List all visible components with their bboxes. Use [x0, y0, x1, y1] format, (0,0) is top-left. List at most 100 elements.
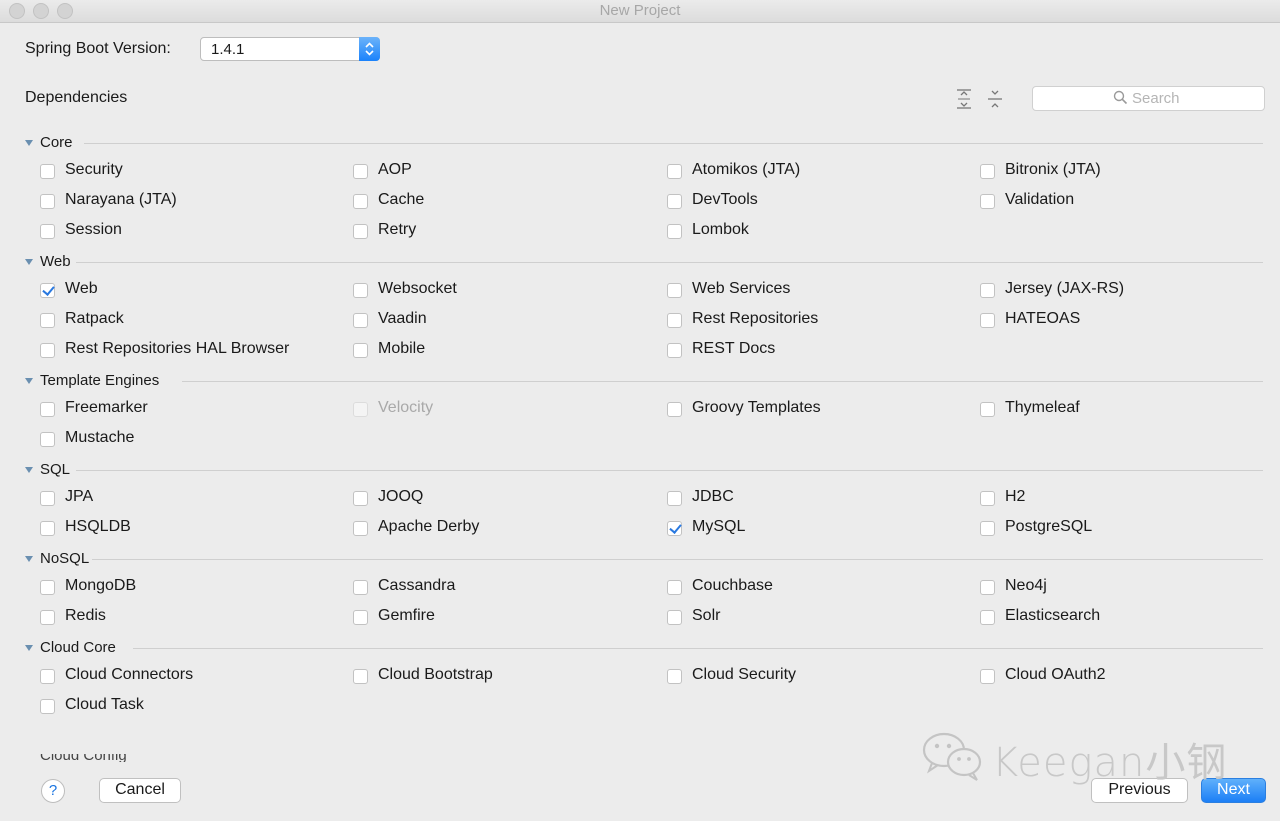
checkbox-unchecked-icon[interactable]: [980, 194, 995, 209]
checkbox-unchecked-icon[interactable]: [667, 313, 682, 328]
checkbox-unchecked-icon[interactable]: [40, 521, 55, 536]
checkbox-unchecked-icon[interactable]: [980, 521, 995, 536]
section-divider: [75, 470, 1263, 471]
dependency-label: Redis: [65, 607, 106, 624]
chevron-updown-icon[interactable]: [359, 37, 380, 61]
collapse-all-icon[interactable]: [985, 88, 1005, 110]
dependency-label: Velocity: [378, 399, 434, 416]
checkbox-unchecked-icon[interactable]: [980, 283, 995, 298]
version-select[interactable]: 1.4.1: [200, 37, 380, 61]
section-header-template-engines[interactable]: Template Engines: [25, 372, 1263, 392]
checkbox-unchecked-icon[interactable]: [40, 164, 55, 179]
checkbox-unchecked-icon[interactable]: [40, 580, 55, 595]
section-divider: [83, 143, 1263, 144]
checkbox-unchecked-icon[interactable]: [667, 224, 682, 239]
disclosure-triangle-icon[interactable]: [25, 140, 33, 146]
wechat-logo-icon: [922, 732, 982, 781]
dependency-label: Apache Derby: [378, 518, 480, 535]
checkbox-unchecked-icon[interactable]: [980, 164, 995, 179]
checkbox-checked-icon[interactable]: [667, 521, 682, 536]
checkbox-unchecked-icon[interactable]: [353, 491, 368, 506]
dependency-label: HATEOAS: [1005, 310, 1081, 327]
checkbox-unchecked-icon[interactable]: [667, 402, 682, 417]
section-header-sql[interactable]: SQL: [25, 461, 1263, 481]
dependency-label: H2: [1005, 488, 1026, 505]
checkbox-unchecked-icon[interactable]: [980, 313, 995, 328]
help-button[interactable]: ?: [41, 779, 65, 803]
checkbox-unchecked-icon[interactable]: [353, 610, 368, 625]
checkbox-unchecked-icon[interactable]: [667, 610, 682, 625]
checkbox-unchecked-icon[interactable]: [667, 491, 682, 506]
dependency-label: Groovy Templates: [692, 399, 821, 416]
dependency-label: Cloud Connectors: [65, 666, 194, 683]
checkbox-unchecked-icon[interactable]: [40, 224, 55, 239]
checkbox-unchecked-icon[interactable]: [667, 343, 682, 358]
section-header-nosql[interactable]: NoSQL: [25, 550, 1263, 570]
checkbox-unchecked-icon: [353, 402, 368, 417]
dependency-label: Cloud Security: [692, 666, 797, 683]
version-value: 1.4.1: [211, 41, 245, 58]
search-icon: [1113, 90, 1128, 105]
checkbox-unchecked-icon[interactable]: [353, 224, 368, 239]
checkbox-unchecked-icon[interactable]: [667, 194, 682, 209]
disclosure-triangle-icon[interactable]: [25, 645, 33, 651]
dependency-label: DevTools: [692, 191, 758, 208]
cancel-button[interactable]: Cancel: [99, 778, 181, 803]
disclosure-triangle-icon[interactable]: [25, 378, 33, 384]
checkbox-unchecked-icon[interactable]: [980, 580, 995, 595]
checkbox-unchecked-icon[interactable]: [667, 580, 682, 595]
section-divider: [133, 648, 1263, 649]
partial-section-label: Cloud Config: [40, 754, 127, 762]
checkbox-unchecked-icon[interactable]: [40, 343, 55, 358]
checkbox-checked-icon[interactable]: [40, 283, 55, 298]
checkbox-unchecked-icon[interactable]: [40, 699, 55, 714]
section-header-cloud-core[interactable]: Cloud Core: [25, 639, 1263, 659]
checkbox-unchecked-icon[interactable]: [353, 283, 368, 298]
dependencies-label: Dependencies: [25, 89, 128, 106]
dependency-label: Cloud Task: [65, 696, 144, 713]
expand-all-icon[interactable]: [954, 88, 974, 110]
dependency-label: Thymeleaf: [1005, 399, 1080, 416]
dependency-label: Atomikos (JTA): [692, 161, 801, 178]
checkbox-unchecked-icon[interactable]: [40, 669, 55, 684]
checkbox-unchecked-icon[interactable]: [353, 343, 368, 358]
checkbox-unchecked-icon[interactable]: [980, 491, 995, 506]
checkbox-unchecked-icon[interactable]: [40, 432, 55, 447]
dependency-label: PostgreSQL: [1005, 518, 1093, 535]
checkbox-unchecked-icon[interactable]: [353, 521, 368, 536]
disclosure-triangle-icon[interactable]: [25, 467, 33, 473]
checkbox-unchecked-icon[interactable]: [40, 491, 55, 506]
checkbox-unchecked-icon[interactable]: [40, 194, 55, 209]
section-header-core[interactable]: Core: [25, 134, 1263, 154]
section-label: SQL: [40, 461, 71, 478]
dependency-label: Web Services: [692, 280, 791, 297]
checkbox-unchecked-icon[interactable]: [980, 610, 995, 625]
checkbox-unchecked-icon[interactable]: [353, 669, 368, 684]
checkbox-unchecked-icon[interactable]: [40, 402, 55, 417]
checkbox-unchecked-icon[interactable]: [980, 402, 995, 417]
search-input[interactable]: Search: [1032, 86, 1265, 111]
dependency-label: Mustache: [65, 429, 135, 446]
dependency-label: Mobile: [378, 340, 426, 357]
checkbox-unchecked-icon[interactable]: [353, 164, 368, 179]
section-label: Core: [40, 134, 73, 151]
disclosure-triangle-icon[interactable]: [25, 259, 33, 265]
checkbox-unchecked-icon[interactable]: [353, 313, 368, 328]
section-header-web[interactable]: Web: [25, 253, 1263, 273]
checkbox-unchecked-icon[interactable]: [40, 313, 55, 328]
dependency-label: Retry: [378, 221, 417, 238]
checkbox-unchecked-icon[interactable]: [667, 164, 682, 179]
dependency-label: Elasticsearch: [1005, 607, 1101, 624]
checkbox-unchecked-icon[interactable]: [353, 580, 368, 595]
dependency-label: Gemfire: [378, 607, 435, 624]
dependency-label: Couchbase: [692, 577, 773, 594]
dependency-label: Cloud OAuth2: [1005, 666, 1106, 683]
checkbox-unchecked-icon[interactable]: [667, 669, 682, 684]
disclosure-triangle-icon[interactable]: [25, 556, 33, 562]
checkbox-unchecked-icon[interactable]: [980, 669, 995, 684]
checkbox-unchecked-icon[interactable]: [40, 610, 55, 625]
dependency-label: Neo4j: [1005, 577, 1047, 594]
dependency-label: JPA: [65, 488, 94, 505]
checkbox-unchecked-icon[interactable]: [667, 283, 682, 298]
checkbox-unchecked-icon[interactable]: [353, 194, 368, 209]
